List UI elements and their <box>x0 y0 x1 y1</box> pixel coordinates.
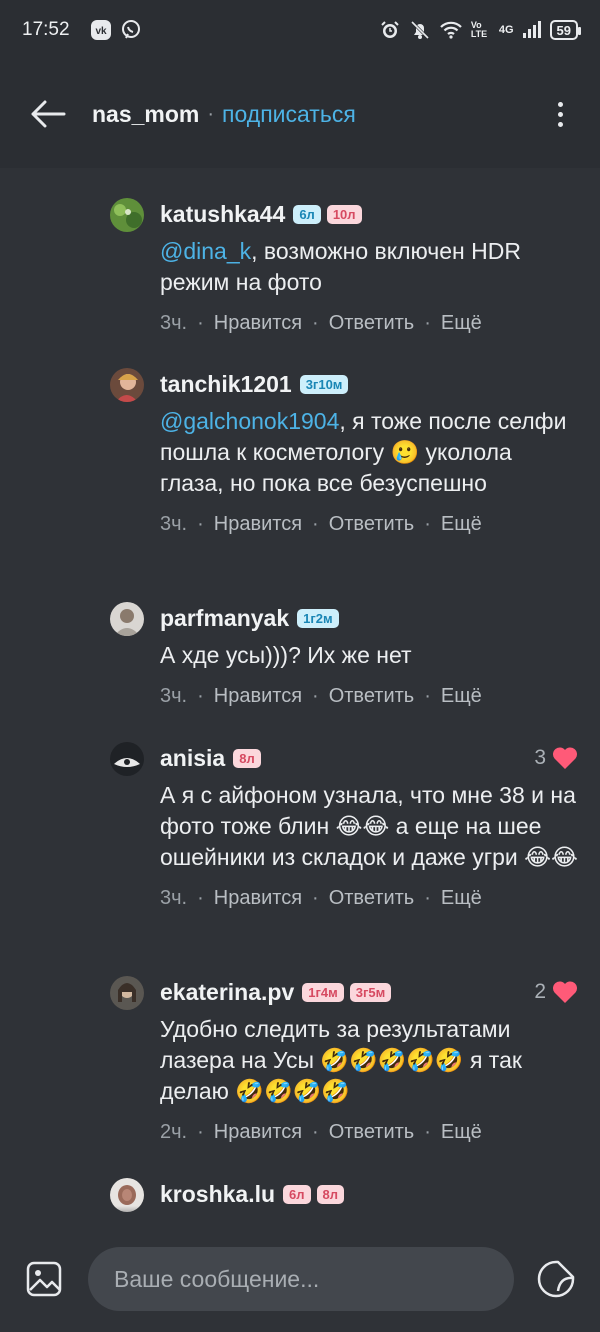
back-button[interactable] <box>22 88 74 140</box>
comment-body: А хде усы)))? Их же нет <box>160 642 412 668</box>
battery-indicator: 59 <box>549 20 582 40</box>
viber-icon <box>120 19 142 41</box>
like-button[interactable]: Нравится <box>214 1121 302 1144</box>
more-button[interactable]: Ещё <box>441 312 482 335</box>
comment-text: А я с айфоном узнала, что мне 38 и на фо… <box>160 780 578 873</box>
more-options-button[interactable] <box>542 88 578 140</box>
comment-username[interactable]: tanchik1201 <box>160 371 292 398</box>
header: nas_mom · подписаться <box>0 60 600 168</box>
more-dot-icon <box>557 111 563 117</box>
network-type: 4G <box>498 24 514 36</box>
comment-item: tanchik1201 3г10м @galchonok1904, я тоже… <box>110 366 578 536</box>
profile-username[interactable]: nas_mom <box>92 101 199 128</box>
like-count[interactable]: 2 <box>534 980 578 1004</box>
avatar[interactable] <box>110 976 144 1010</box>
reply-button[interactable]: Ответить <box>329 312 415 335</box>
heart-icon <box>552 981 578 1003</box>
more-button[interactable]: Ещё <box>441 685 482 708</box>
comments-feed[interactable]: katushka44 6л 10л @dina_k, возможно вклю… <box>0 168 600 1226</box>
comment-item: parfmanyak 1г2м А хде усы)))? Их же нет … <box>110 600 578 708</box>
comment-actions: 3ч. · Нравится · Ответить · Ещё <box>160 312 482 335</box>
avatar[interactable] <box>110 368 144 402</box>
like-button[interactable]: Нравится <box>214 312 302 335</box>
age-badge: 10л <box>326 204 362 224</box>
comment-body: А я с айфоном узнала, что мне 38 и на фо… <box>160 782 578 870</box>
alarm-icon <box>379 19 401 41</box>
attach-image-button[interactable] <box>22 1257 66 1301</box>
comment-text: А хде усы)))? Их же нет <box>160 640 578 671</box>
header-separator: · <box>207 102 215 125</box>
comment-text: Удобно следить за результатами лазера на… <box>160 1014 578 1107</box>
comment-actions: 3ч. · Нравится · Ответить · Ещё <box>160 685 482 708</box>
comment-text: @galchonok1904, я тоже после селфи пошла… <box>160 406 578 499</box>
like-button[interactable]: Нравится <box>214 887 302 910</box>
comment-item: anisia 8л 3 А я с айфоном узнала, что мн… <box>110 740 578 910</box>
arrow-left-icon <box>31 100 66 128</box>
signal-icon <box>522 21 542 39</box>
like-button[interactable]: Нравится <box>214 685 302 708</box>
more-button[interactable]: Ещё <box>441 513 482 536</box>
svg-text:vk: vk <box>95 26 107 37</box>
like-button[interactable]: Нравится <box>214 513 302 536</box>
more-button[interactable]: Ещё <box>441 887 482 910</box>
comment-text: @dina_k, возможно включен HDR режим на ф… <box>160 236 578 298</box>
sticker-icon <box>537 1260 575 1298</box>
message-input[interactable] <box>88 1247 514 1311</box>
like-count[interactable]: 3 <box>534 746 578 770</box>
reply-button[interactable]: Ответить <box>329 513 415 536</box>
comment-username[interactable]: anisia <box>160 745 225 772</box>
image-icon <box>26 1261 62 1297</box>
age-badge: 6л <box>293 204 321 224</box>
more-dot-icon <box>557 101 563 107</box>
volte-indicator: Vo LTE <box>470 20 488 39</box>
comment-actions: 2ч. · Нравится · Ответить · Ещё <box>160 1121 482 1144</box>
wifi-icon <box>439 20 463 40</box>
comment-time: 3ч. <box>160 887 188 909</box>
status-time: 17:52 <box>22 19 70 40</box>
comment-actions: 3ч. · Нравится · Ответить · Ещё <box>160 513 482 536</box>
age-badge: 6л <box>283 1184 311 1204</box>
mention-link[interactable]: @galchonok1904 <box>160 408 339 434</box>
mention-link[interactable]: @dina_k <box>160 238 251 264</box>
like-count-value: 3 <box>534 746 546 769</box>
comment-item: katushka44 6л 10л @dina_k, возможно вклю… <box>110 196 578 335</box>
status-bar: 17:52 vk Vo LTE 4G 59 <box>0 0 600 60</box>
age-badge: 8л <box>316 1184 345 1204</box>
mute-bell-icon <box>409 19 431 41</box>
battery-level: 59 <box>556 22 571 38</box>
like-count-value: 2 <box>534 980 546 1003</box>
comment-time: 3ч. <box>160 513 188 535</box>
reply-button[interactable]: Ответить <box>329 887 415 910</box>
comment-username[interactable]: katushka44 <box>160 201 285 228</box>
reply-button[interactable]: Ответить <box>329 1121 415 1144</box>
vk-icon: vk <box>90 19 112 41</box>
avatar[interactable] <box>110 602 144 636</box>
comment-time: 3ч. <box>160 685 188 707</box>
subscribe-button[interactable]: подписаться <box>222 101 356 128</box>
feed-fade <box>0 1206 600 1226</box>
composer-bar <box>0 1226 600 1332</box>
age-badge: 3г10м <box>299 374 349 394</box>
sticker-button[interactable] <box>534 1257 578 1301</box>
age-badge: 3г5м <box>349 982 392 1002</box>
comment-username[interactable]: ekaterina.pv <box>160 979 294 1006</box>
age-badge: 1г2м <box>297 608 339 628</box>
comment-username[interactable]: parfmanyak <box>160 605 289 632</box>
avatar[interactable] <box>110 198 144 232</box>
age-badge: 8л <box>233 748 261 768</box>
age-badge: 1г4м <box>302 982 344 1002</box>
comment-username[interactable]: kroshka.lu <box>160 1181 275 1208</box>
comment-time: 2ч. <box>160 1121 188 1143</box>
reply-button[interactable]: Ответить <box>329 685 415 708</box>
comment-time: 3ч. <box>160 312 188 334</box>
more-dot-icon <box>557 121 563 127</box>
comment-body: Удобно следить за результатами лазера на… <box>160 1016 522 1104</box>
heart-icon <box>552 747 578 769</box>
comment-actions: 3ч. · Нравится · Ответить · Ещё <box>160 887 482 910</box>
comment-item: ekaterina.pv 1г4м 3г5м 2 Удобно следить … <box>110 974 578 1144</box>
more-button[interactable]: Ещё <box>441 1121 482 1144</box>
avatar[interactable] <box>110 742 144 776</box>
